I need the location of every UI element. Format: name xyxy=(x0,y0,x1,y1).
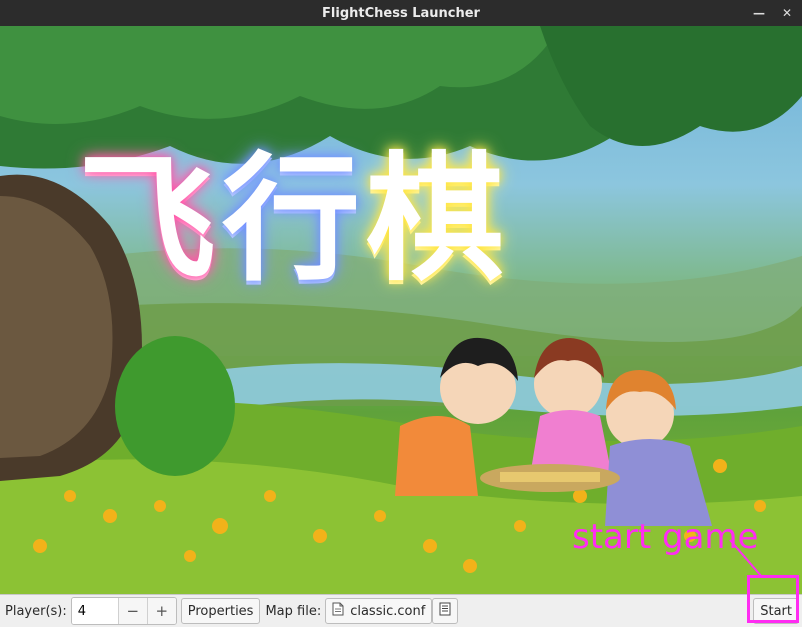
map-file-selector[interactable]: classic.conf xyxy=(325,598,433,624)
file-icon xyxy=(332,602,344,620)
game-logo: 飞行棋 xyxy=(78,151,510,289)
map-file-name: classic.conf xyxy=(350,603,426,619)
browse-map-button[interactable] xyxy=(432,598,459,624)
logo-char-xing: 行 xyxy=(222,139,367,300)
launcher-toolbar: Player(s): − + Properties Map file: clas… xyxy=(0,594,802,627)
logo-char-fei: 飞 xyxy=(78,139,223,300)
minimize-icon[interactable]: — xyxy=(752,6,766,20)
window-controls: — ✕ xyxy=(752,0,794,26)
splash-image: 飞行棋 start game xyxy=(0,26,802,594)
decrement-players-button[interactable]: − xyxy=(117,598,147,624)
close-icon[interactable]: ✕ xyxy=(780,6,794,20)
properties-button[interactable]: Properties xyxy=(180,598,261,624)
increment-players-button[interactable]: + xyxy=(146,598,176,624)
window-titlebar: FlightChess Launcher — ✕ xyxy=(0,0,802,26)
players-spinbox: − + xyxy=(70,597,177,625)
players-input[interactable] xyxy=(71,598,118,624)
players-label: Player(s): xyxy=(5,603,67,619)
annotation-label: start game xyxy=(572,517,759,557)
scene-artwork xyxy=(0,26,802,594)
start-button[interactable]: Start xyxy=(753,598,799,624)
window-title: FlightChess Launcher xyxy=(322,5,480,21)
map-file-label: Map file: xyxy=(265,603,322,619)
open-file-icon xyxy=(438,602,452,620)
logo-char-qi: 棋 xyxy=(366,139,511,300)
